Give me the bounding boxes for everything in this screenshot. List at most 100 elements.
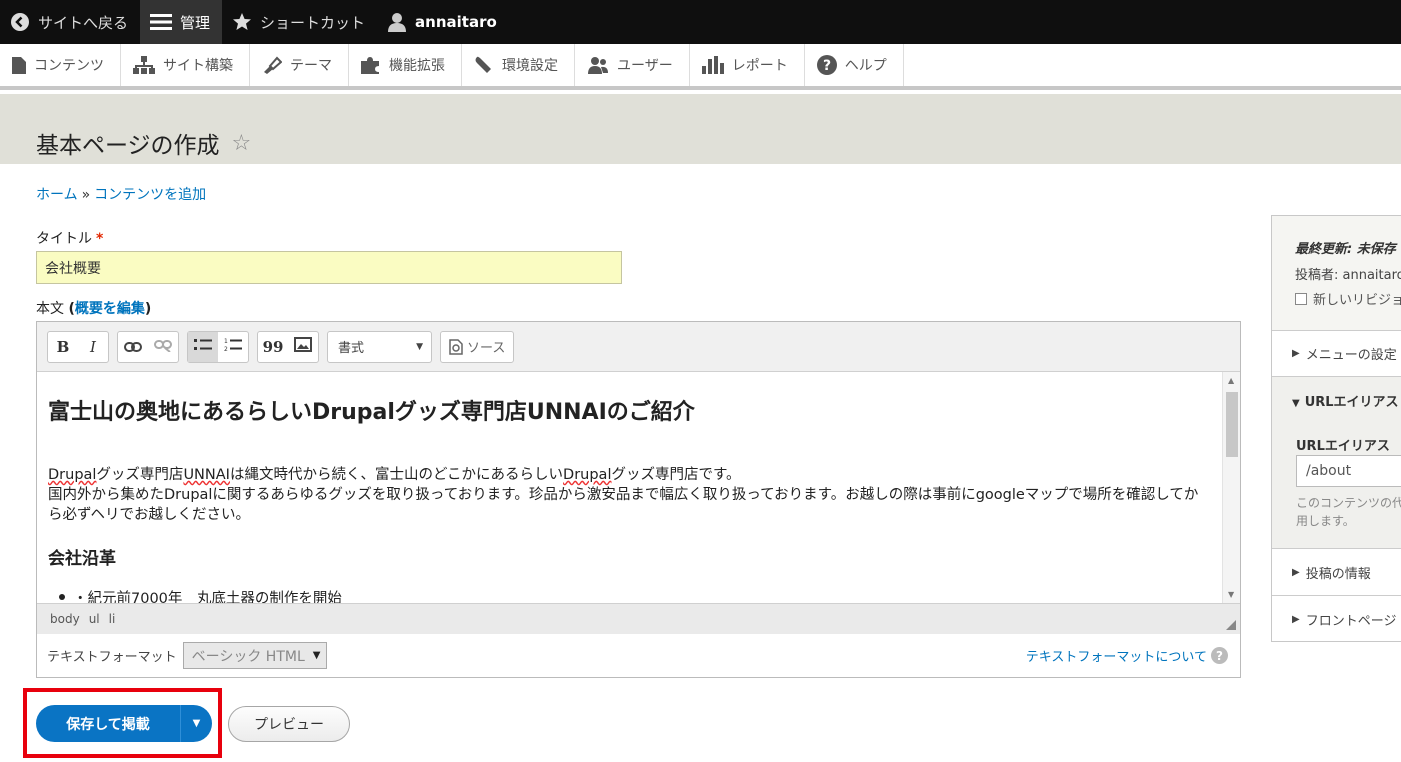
breadcrumb-add-content-link[interactable]: コンテンツを追加 [94,187,206,203]
url-alias-desc-line1: このコンテンツの代 [1296,496,1401,510]
new-revision-label: 新しいリビジョン [1313,293,1401,308]
preview-button[interactable]: プレビュー [228,706,350,742]
title-label: タイトル * [36,228,103,248]
tray-item-label: レポート [731,58,788,74]
bulleted-list-button[interactable] [188,331,218,362]
title-label-text: タイトル [36,231,92,247]
save-publish-button[interactable]: 保存して掲載 ▼ [36,705,212,742]
source-button[interactable]: ソース [441,332,513,362]
toolbar-group-links [117,330,179,363]
text-format-help-text: テキストフォーマットについて [1025,650,1207,665]
url-alias-summary[interactable]: ▼ URLエイリアス [1292,391,1399,410]
sidebar-url-alias: ▼ URLエイリアス URLエイリアス /about このコンテンツの代 用します… [1272,377,1401,549]
image-button[interactable] [288,332,318,362]
path-ul[interactable]: ul [89,612,100,626]
url-alias-value: /about [1306,463,1352,479]
text-format-bar: テキストフォーマット ベーシック HTML ▼ テキストフォーマットについて ? [37,634,1240,677]
text-format-label: テキストフォーマット [47,650,177,665]
blockquote-button[interactable]: 99 [258,332,288,362]
bar-chart-icon [701,56,724,74]
italic-button[interactable]: I [78,332,108,362]
url-alias-input[interactable]: /about [1296,455,1401,487]
tray-item-config[interactable]: 環境設定 [462,44,575,86]
url-alias-desc-line2: 用します。 [1296,514,1355,528]
editor-toolbar: B I 12 99 書式 ▼ ソース [37,322,1240,372]
hamburger-icon [150,13,173,31]
tray-item-appearance[interactable]: テーマ [250,44,349,86]
tray-item-help[interactable]: ? ヘルプ [805,44,904,86]
manage-tab[interactable]: 管理 [140,0,223,44]
content-paragraph-line2: 国内外から集めたDrupalに関するあらゆるグッズを取り扱っております。珍品から… [48,487,1199,523]
username-label: annaitaro [415,13,497,31]
text-format-help-link[interactable]: テキストフォーマットについて ? [1026,646,1228,665]
document-icon [12,56,26,74]
text-format-value: ベーシック HTML [191,648,305,665]
checkbox-icon[interactable] [1295,292,1307,305]
url-alias-description: このコンテンツの代 用します。 [1296,494,1401,530]
breadcrumb-separator: » [81,187,91,203]
editor-scrollbar[interactable]: ▲ ▼ [1222,372,1240,603]
meta-sidebar: 最終更新: 未保存 投稿者: annaitaro 新しいリビジョン ▶ メニュー… [1271,215,1401,642]
back-to-site-link[interactable]: サイトへ戻る [0,0,140,44]
text-span: は縄文時代から続く、富士山のどこかにあるらしい [229,467,564,483]
shortcuts-tab[interactable]: ショートカット [222,0,377,44]
title-input-value: 会社概要 [45,260,101,277]
numbered-list-button[interactable]: 12 [218,332,248,362]
tray-item-content[interactable]: コンテンツ [0,44,121,86]
caret-down-icon: ▼ [312,650,321,661]
resize-handle-icon[interactable] [1226,620,1236,630]
title-input[interactable]: 会社概要 [36,251,622,284]
spell-drupal: Drupal [563,467,612,483]
svg-text:1: 1 [224,338,228,345]
shortcut-star-icon[interactable]: ☆ [232,131,252,156]
paintbrush-icon [262,56,282,74]
path-body[interactable]: body [50,612,80,626]
sidebar-authoring-info[interactable]: ▶ 投稿の情報 [1272,549,1401,596]
numbered-list-icon: 12 [224,337,242,357]
new-revision-checkbox[interactable]: 新しいリビジョン [1295,289,1401,308]
svg-text:?: ? [823,58,831,74]
sidebar-promotion[interactable]: ▶ フロントページ [1272,596,1401,641]
caret-down-icon: ▼ [192,718,201,729]
editor-content-area[interactable]: 富士山の奥地にあるらしいDrupalグッズ専門店UNNAIのご紹介 Drupal… [37,372,1240,603]
scroll-thumb[interactable] [1226,392,1238,457]
breadcrumb-home-link[interactable]: ホーム [36,187,78,203]
required-mark: * [96,231,104,247]
body-label-paren-close: ) [144,301,152,317]
user-icon [387,12,407,32]
user-tab[interactable]: annaitaro [377,0,509,44]
page-title: 基本ページの作成 ☆ [36,126,251,160]
bold-button[interactable]: B [48,332,78,362]
text-format-select[interactable]: ベーシック HTML ▼ [182,642,328,669]
tray-item-extend[interactable]: 機能拡張 [349,44,462,86]
users-icon [587,56,609,74]
save-dropdown-toggle[interactable]: ▼ [180,705,212,742]
tray-item-label: ヘルプ [844,58,887,74]
format-dropdown[interactable]: 書式 ▼ [328,332,431,362]
bulleted-list-icon [194,337,212,357]
triangle-down-icon: ▼ [1292,398,1300,409]
tray-item-reports[interactable]: レポート [690,44,805,86]
path-li[interactable]: li [109,612,116,626]
toolbar-group-lists: 12 [187,330,249,363]
star-icon [232,12,252,32]
edit-summary-link[interactable]: 概要を編集 [75,301,145,317]
sidebar-menu-settings[interactable]: ▶ メニューの設定 [1272,331,1401,377]
content-heading: 富士山の奥地にあるらしいDrupalグッズ専門店UNNAIのご紹介 [48,400,695,425]
tray-item-label: 環境設定 [502,58,558,74]
spell-unnai: UNNAI [183,467,230,483]
scroll-down-icon[interactable]: ▼ [1228,590,1234,599]
source-label: ソース [467,341,506,356]
tray-item-label: コンテンツ [34,58,104,74]
content-paragraph-line1: Drupalグッズ専門店UNNAIは縄文時代から続く、富士山のどこかにあるらしい… [48,465,1208,485]
toolbar-group-source: ソース [440,330,515,363]
unlink-button[interactable] [148,332,178,362]
tray-item-people[interactable]: ユーザー [575,44,690,86]
triangle-right-icon: ▶ [1292,348,1300,359]
body-label: 本文 (概要を編集) [36,298,151,318]
shortcuts-label: ショートカット [260,13,366,32]
tray-item-structure[interactable]: サイト構築 [121,44,250,86]
scroll-up-icon[interactable]: ▲ [1228,376,1234,385]
link-button[interactable] [118,332,148,362]
sitemap-icon [133,56,155,74]
